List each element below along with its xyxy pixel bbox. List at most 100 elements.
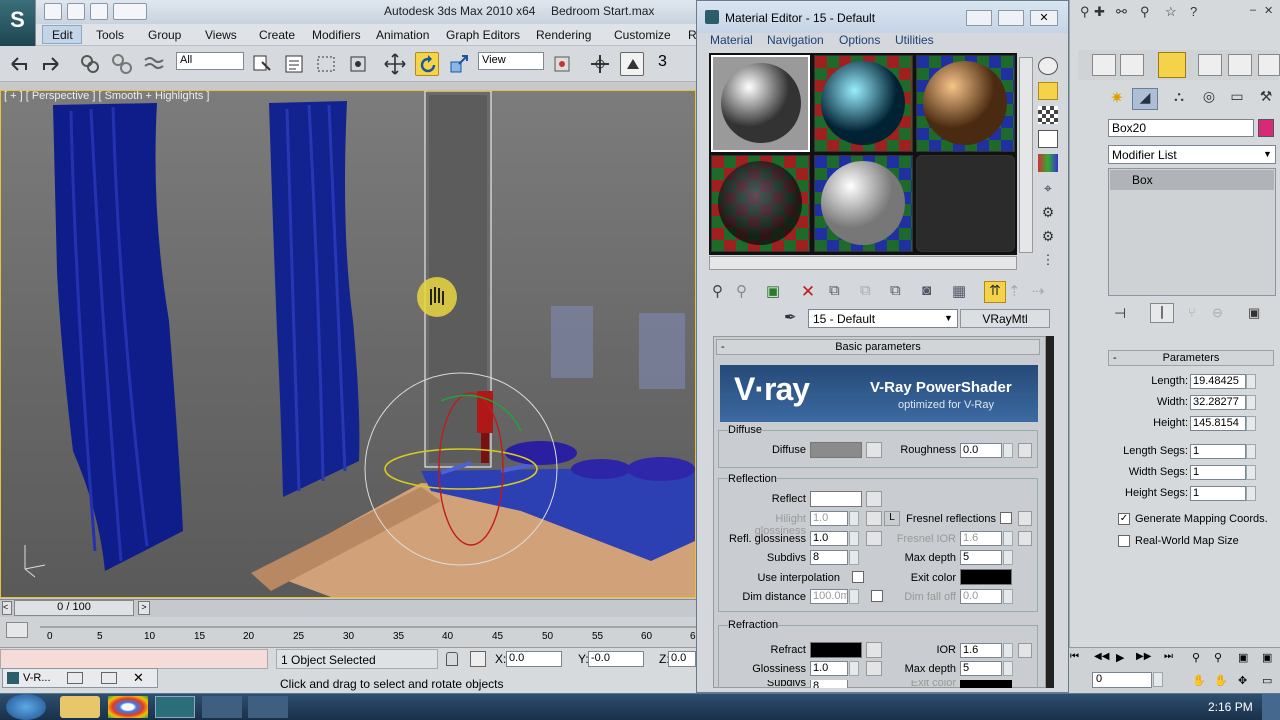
hierarchy-tab-icon[interactable]: ⛬ bbox=[1166, 88, 1192, 110]
roughness-map-button[interactable] bbox=[1018, 443, 1032, 458]
move-icon[interactable] bbox=[383, 52, 407, 76]
app-logo-icon[interactable]: S bbox=[0, 0, 36, 46]
sample-slot[interactable] bbox=[916, 55, 1015, 152]
save-file-icon[interactable] bbox=[90, 3, 108, 20]
exit-color-swatch[interactable] bbox=[960, 569, 1012, 585]
menu-rendering[interactable]: Rendering bbox=[536, 28, 591, 42]
menu-customize[interactable]: Customize bbox=[614, 28, 671, 42]
zoom-extents-icon[interactable]: ▣ bbox=[1238, 651, 1252, 665]
material-editor-toggle-icon[interactable] bbox=[1158, 52, 1186, 78]
diffuse-color-swatch[interactable] bbox=[810, 442, 862, 458]
max-depth-input[interactable]: 5 bbox=[960, 550, 1002, 565]
spinner-arrows-icon[interactable] bbox=[1246, 374, 1256, 389]
dim-distance-input[interactable]: 100.0m bbox=[810, 589, 848, 604]
start-button[interactable] bbox=[6, 694, 46, 720]
3dsmax-taskbar-icon[interactable] bbox=[155, 696, 195, 718]
minimized-window[interactable]: V-R... ✕ bbox=[2, 668, 158, 688]
show-desktop-button[interactable] bbox=[1262, 694, 1280, 720]
new-file-icon[interactable] bbox=[44, 3, 62, 20]
go-to-end-icon[interactable]: ⏭ bbox=[1164, 651, 1180, 665]
ior-map-button[interactable] bbox=[1018, 643, 1032, 658]
open-file-icon[interactable] bbox=[67, 3, 85, 20]
material-id-icon[interactable]: ◙ bbox=[922, 282, 942, 302]
refract-color-swatch[interactable] bbox=[810, 642, 862, 658]
dim-distance-checkbox[interactable] bbox=[871, 590, 883, 602]
render-frame-icon[interactable] bbox=[1228, 54, 1252, 76]
lock-hilight-button[interactable]: L bbox=[884, 511, 900, 526]
y-coord-input[interactable]: -0.0 bbox=[588, 651, 644, 667]
show-end-result-toggle-icon[interactable]: ∣ bbox=[1150, 303, 1174, 323]
tool-taskbar-icon[interactable] bbox=[248, 696, 288, 718]
object-name-input[interactable]: Box20 bbox=[1108, 119, 1254, 137]
max-depth-input[interactable]: 5 bbox=[960, 661, 1002, 676]
diffuse-map-button[interactable] bbox=[866, 442, 882, 458]
spinner-arrows-icon[interactable] bbox=[849, 661, 859, 676]
fresnel-ior-map-button[interactable] bbox=[1018, 531, 1032, 546]
sample-slot[interactable] bbox=[711, 55, 810, 152]
snap-toggle-icon[interactable]: 3 bbox=[658, 53, 667, 71]
maximize-icon[interactable] bbox=[101, 672, 117, 684]
spinner-arrows-icon[interactable] bbox=[1246, 486, 1256, 501]
refl-gloss-map-button[interactable] bbox=[866, 531, 882, 546]
spinner-arrows-icon[interactable] bbox=[1246, 444, 1256, 459]
time-prev-icon[interactable]: < bbox=[2, 601, 12, 615]
play-icon[interactable]: ▶ bbox=[1116, 651, 1132, 665]
motion-tab-icon[interactable]: ◎ bbox=[1196, 88, 1222, 110]
go-to-start-icon[interactable]: ⏮ bbox=[1070, 651, 1086, 665]
orbit-icon[interactable]: ✥ bbox=[1238, 674, 1252, 688]
window-crossing-icon[interactable] bbox=[346, 52, 370, 76]
sample-hscrollbar[interactable] bbox=[709, 256, 1017, 270]
put-material-icon[interactable]: ⚲ bbox=[736, 282, 756, 302]
close-icon[interactable]: ✕ bbox=[133, 670, 144, 686]
rotate-icon[interactable] bbox=[415, 52, 439, 76]
mated-menu-options[interactable]: Options bbox=[839, 33, 880, 47]
menu-views[interactable]: Views bbox=[205, 28, 237, 42]
spinner-arrows-icon[interactable] bbox=[1153, 672, 1163, 687]
time-next-icon[interactable]: > bbox=[138, 601, 150, 615]
spinner-arrows-icon[interactable] bbox=[849, 511, 859, 526]
sample-slot[interactable] bbox=[814, 155, 913, 252]
absolute-mode-icon[interactable] bbox=[470, 651, 486, 667]
roughness-input[interactable]: 0.0 bbox=[960, 443, 1002, 458]
rect-selection-icon[interactable] bbox=[314, 52, 338, 76]
pin-stack-icon[interactable]: ⊣ bbox=[1114, 305, 1134, 321]
spinner-arrows-icon[interactable] bbox=[1003, 661, 1013, 676]
spinner-arrows-icon[interactable] bbox=[849, 589, 859, 604]
zoom-icon[interactable]: ⚲ bbox=[1192, 651, 1206, 665]
refl-gloss-input[interactable]: 1.0 bbox=[810, 531, 848, 546]
window-taskbar-icon[interactable] bbox=[202, 696, 242, 718]
ior-input[interactable]: 1.6 bbox=[960, 643, 1002, 658]
glossiness-input[interactable]: 1.0 bbox=[810, 661, 848, 676]
next-frame-icon[interactable]: ▶▶ bbox=[1136, 651, 1152, 665]
spinner-arrows-icon[interactable] bbox=[1003, 550, 1013, 565]
select-manipulate-icon[interactable] bbox=[588, 52, 612, 76]
link-icon[interactable] bbox=[78, 52, 102, 76]
minimize-icon[interactable]: – bbox=[1250, 4, 1262, 20]
object-color-swatch[interactable] bbox=[1258, 119, 1274, 137]
background-icon[interactable] bbox=[1038, 106, 1058, 124]
menu-animation[interactable]: Animation bbox=[376, 28, 429, 42]
chevron-down-icon[interactable]: ▼ bbox=[944, 313, 953, 323]
reflect-map-button[interactable] bbox=[866, 491, 882, 507]
mated-menu-navigation[interactable]: Navigation bbox=[767, 33, 824, 47]
render-setup-icon[interactable] bbox=[1198, 54, 1222, 76]
width-input[interactable]: 32.28277 bbox=[1190, 395, 1246, 410]
walk-icon[interactable]: ✋ bbox=[1192, 674, 1206, 688]
menu-modifiers[interactable]: Modifiers bbox=[312, 28, 361, 42]
hilight-map-button[interactable] bbox=[866, 511, 882, 526]
zoom-extents-all-icon[interactable]: ▣ bbox=[1262, 651, 1276, 665]
close-icon[interactable]: ✕ bbox=[1030, 10, 1058, 26]
eyedropper-icon[interactable]: ✒ bbox=[784, 308, 804, 328]
refract-map-button[interactable] bbox=[866, 642, 882, 658]
copy-material-icon[interactable]: ⧉ bbox=[829, 282, 849, 302]
length-segs-input[interactable]: 1 bbox=[1190, 444, 1246, 459]
sample-slot[interactable] bbox=[711, 155, 810, 252]
layer-icon[interactable] bbox=[1120, 54, 1144, 76]
prev-frame-icon[interactable]: ◀◀ bbox=[1094, 651, 1110, 665]
search-icon[interactable]: ⚲ bbox=[1140, 4, 1158, 20]
height-segs-input[interactable]: 1 bbox=[1190, 486, 1246, 501]
pivot-center-icon[interactable] bbox=[550, 52, 574, 76]
spinner-arrows-icon[interactable] bbox=[1003, 531, 1013, 546]
track-menu-icon[interactable] bbox=[6, 622, 28, 638]
render-icon[interactable] bbox=[1258, 54, 1280, 76]
